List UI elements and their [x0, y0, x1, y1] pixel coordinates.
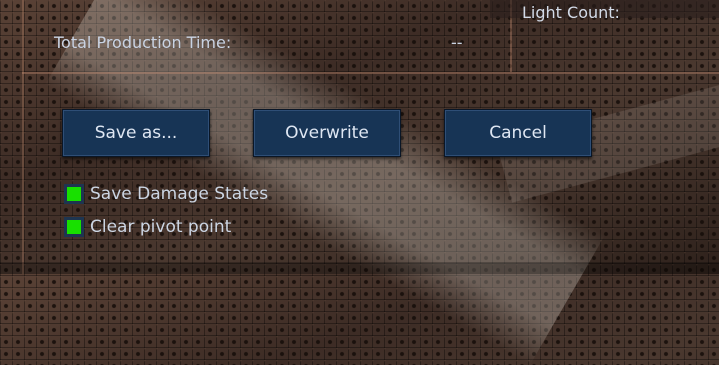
- panel-border-left: [22, 0, 24, 274]
- clear-pivot-point-option[interactable]: Clear pivot point: [64, 217, 231, 237]
- overwrite-button[interactable]: Overwrite: [253, 109, 401, 157]
- clear-pivot-point-label: Clear pivot point: [90, 217, 232, 237]
- save-damage-states-label: Save Damage States: [90, 184, 269, 204]
- clear-pivot-point-checkbox[interactable]: [64, 217, 84, 237]
- panel-border-top: [22, 72, 719, 74]
- light-count-label: Light Count:: [522, 3, 620, 22]
- production-time-label: Total Production Time:: [54, 33, 232, 52]
- production-time-value: --: [451, 33, 463, 52]
- save-damage-states-option[interactable]: Save Damage States: [64, 184, 268, 204]
- bottom-shade: [0, 262, 719, 274]
- cancel-button[interactable]: Cancel: [444, 109, 592, 157]
- save-as-button[interactable]: Save as...: [62, 109, 210, 157]
- save-damage-states-checkbox[interactable]: [64, 184, 84, 204]
